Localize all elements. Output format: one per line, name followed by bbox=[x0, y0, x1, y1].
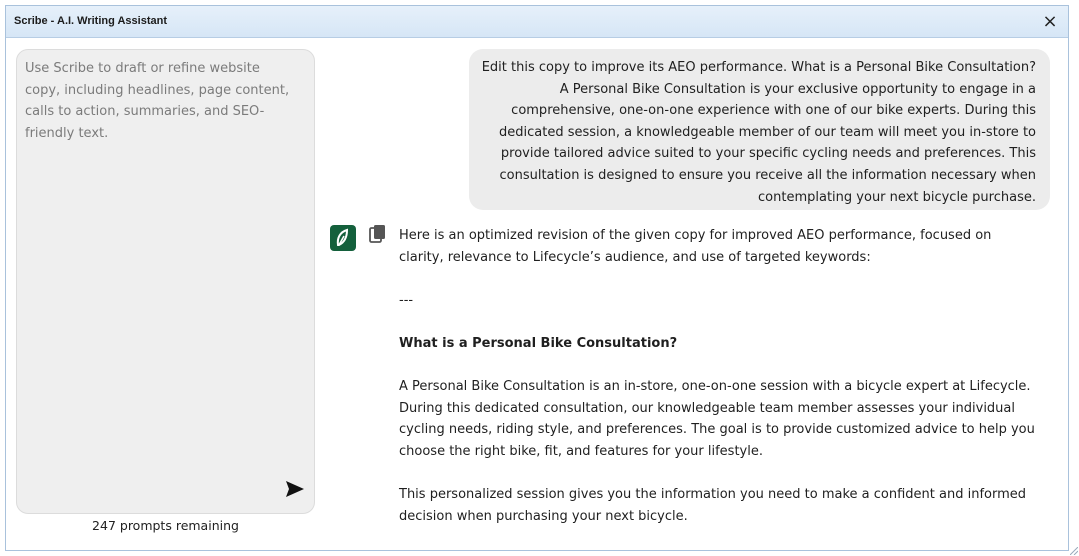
send-button[interactable] bbox=[284, 478, 306, 500]
assistant-intro: Here is an optimized revision of the giv… bbox=[399, 228, 992, 265]
assistant-heading: What is a Personal Bike Consultation? bbox=[399, 335, 678, 351]
assistant-separator: --- bbox=[399, 292, 414, 308]
resize-grip-icon[interactable] bbox=[1070, 547, 1078, 555]
prompt-input[interactable] bbox=[25, 58, 295, 478]
assistant-paragraph-1: A Personal Bike Consultation is an in-st… bbox=[399, 379, 1035, 459]
assistant-message: Here is an optimized revision of the giv… bbox=[399, 225, 1039, 549]
scribe-logo-icon bbox=[330, 225, 356, 251]
prompts-remaining: 247 prompts remaining bbox=[92, 518, 239, 533]
prompt-panel bbox=[16, 49, 315, 514]
close-button[interactable]: × bbox=[1040, 12, 1060, 32]
user-message-text: Edit this copy to improve its AEO perfor… bbox=[481, 60, 1036, 205]
window-title: Scribe - A.I. Writing Assistant bbox=[14, 15, 168, 27]
user-message-bubble: Edit this copy to improve its AEO perfor… bbox=[469, 49, 1050, 210]
assistant-paragraph-2: This personalized session gives you the … bbox=[399, 487, 1027, 524]
title-bar[interactable]: Scribe - A.I. Writing Assistant × bbox=[6, 6, 1068, 38]
copy-button[interactable] bbox=[368, 224, 388, 246]
copy-icon bbox=[369, 225, 385, 243]
close-icon: × bbox=[1042, 11, 1058, 32]
send-icon bbox=[286, 481, 304, 497]
